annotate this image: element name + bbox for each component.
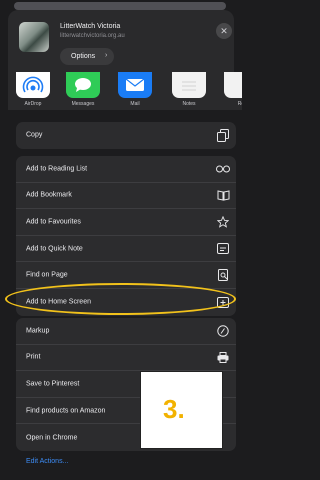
action-add-to-favourites[interactable]: Add to Favourites bbox=[16, 209, 236, 236]
printer-icon bbox=[216, 350, 230, 364]
action-label: Copy bbox=[26, 131, 43, 139]
action-add-bookmark[interactable]: Add Bookmark bbox=[16, 183, 236, 210]
app-label: Re bbox=[237, 101, 242, 107]
action-label: Add to Favourites bbox=[26, 218, 81, 226]
edit-actions-link[interactable]: Edit Actions... bbox=[26, 458, 68, 465]
action-copy[interactable]: Copy bbox=[16, 122, 236, 149]
app-airdrop[interactable]: AirDrop bbox=[14, 72, 52, 107]
chevron-right-icon: › bbox=[105, 52, 108, 59]
airdrop-icon bbox=[16, 72, 50, 98]
find-on-page-icon bbox=[216, 268, 230, 282]
site-url: litterwatchvictoria.org.au bbox=[60, 33, 125, 39]
options-label: Options bbox=[71, 53, 96, 60]
action-label: Markup bbox=[26, 327, 50, 335]
book-icon bbox=[216, 188, 230, 202]
site-title: LitterWatch Victoria bbox=[60, 23, 121, 30]
reminders-icon bbox=[224, 72, 242, 98]
step-number: 3. bbox=[163, 394, 185, 424]
action-group-copy: Copy bbox=[16, 122, 236, 149]
glasses-icon bbox=[216, 162, 230, 176]
app-notes[interactable]: Notes bbox=[170, 72, 208, 107]
action-label: Save to Pinterest bbox=[26, 380, 80, 388]
sheet-grabber bbox=[14, 2, 226, 10]
notes-icon bbox=[172, 72, 206, 98]
action-label: Add Bookmark bbox=[26, 191, 72, 199]
action-label: Find on Page bbox=[26, 271, 68, 279]
app-label: Mail bbox=[130, 101, 140, 107]
options-button[interactable]: Options › bbox=[60, 48, 114, 65]
site-thumbnail bbox=[19, 22, 49, 52]
highlight-ellipse bbox=[5, 283, 236, 315]
action-add-to-reading-list[interactable]: Add to Reading List bbox=[16, 156, 236, 183]
mail-icon bbox=[118, 72, 152, 98]
action-add-to-quick-note[interactable]: Add to Quick Note bbox=[16, 236, 236, 263]
action-label: Open in Chrome bbox=[26, 434, 78, 442]
action-print[interactable]: Print bbox=[16, 345, 236, 372]
app-messages[interactable]: Messages bbox=[64, 72, 102, 107]
copy-icon bbox=[216, 128, 230, 142]
star-icon bbox=[216, 215, 230, 229]
app-label: Notes bbox=[182, 101, 196, 107]
action-label: Add to Quick Note bbox=[26, 245, 83, 253]
close-icon[interactable]: ✕ bbox=[216, 23, 232, 39]
app-reminders[interactable]: Re bbox=[222, 72, 242, 107]
action-label: Add to Reading List bbox=[26, 165, 88, 173]
share-sheet-header: LitterWatch Victoria litterwatchvictoria… bbox=[8, 10, 234, 72]
action-label: Print bbox=[26, 353, 41, 361]
action-label: Find products on Amazon bbox=[26, 407, 106, 415]
markup-icon bbox=[216, 324, 230, 338]
messages-icon bbox=[66, 72, 100, 98]
app-label: Messages bbox=[71, 101, 95, 107]
app-mail[interactable]: Mail bbox=[116, 72, 154, 107]
step-callout: 3. bbox=[140, 371, 223, 449]
action-markup[interactable]: Markup bbox=[16, 318, 236, 345]
app-label: AirDrop bbox=[24, 101, 42, 107]
share-apps-row: AirDrop Messages Mail Notes Re bbox=[8, 72, 242, 110]
quick-note-icon bbox=[216, 242, 230, 256]
